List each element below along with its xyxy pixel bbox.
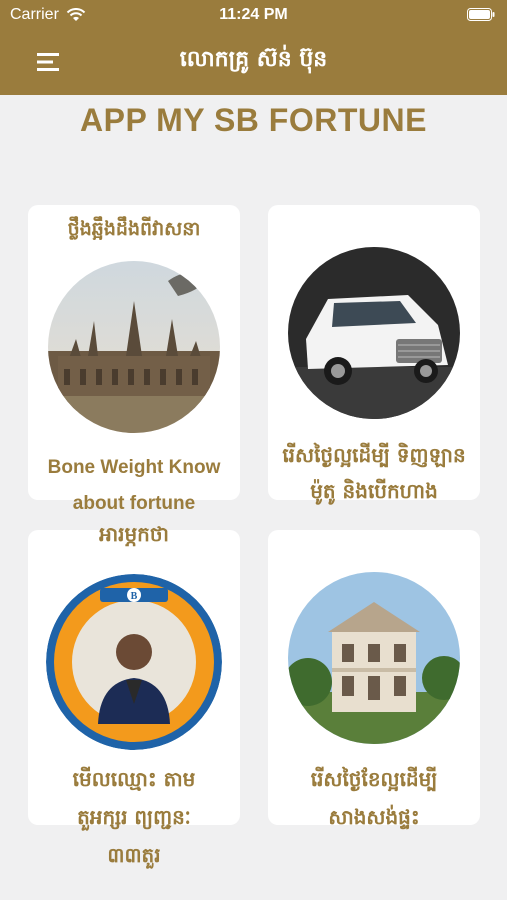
- app-title: APP MY SB FORTUNE: [80, 102, 427, 138]
- label-line-2: សាងសង់ផ្ទះ: [328, 805, 420, 829]
- battery-icon: [467, 8, 495, 21]
- status-bar: Carrier 11:24 PM: [0, 0, 507, 30]
- card-label: រើសថ្ងៃល្អដើម្បី ទិញឡាន ម៉ូតូ និងបើកហាង: [268, 437, 480, 509]
- card-sublabel-en: Bone Weight Know about fortune: [47, 457, 221, 514]
- angkor-wat-image: [48, 261, 220, 433]
- card-buy-vehicle[interactable]: រើសថ្ងៃល្អដើម្បី ទិញឡាន ម៉ូតូ និងបើកហាង: [268, 205, 480, 503]
- card-bone-weight[interactable]: ថ្លឹងឆ្អឹងដឹងពីវាសនា Bone Weight Know ab…: [28, 205, 240, 514]
- astrologer-logo-image: B: [46, 574, 222, 750]
- label-line-3: ៣៣តួរ: [107, 843, 161, 867]
- label-line-1: មើលឈ្មោះ តាម: [72, 767, 196, 791]
- card-introduction[interactable]: អារម្ភកថា B មើលឈ្មោះ តាម តួអក្សរ ព្យញ្ជន…: [28, 522, 240, 867]
- card-label: រើសថ្ងៃខែល្អដើម្បី សាងសង់ផ្ទះ: [268, 760, 480, 836]
- nav-header: Carrier 11:24 PM លោកគ្រូ ស៊ន់ ប៊ុន: [0, 0, 507, 95]
- svg-text:B: B: [131, 591, 138, 602]
- status-time: 11:24 PM: [219, 6, 288, 23]
- label-line-1: រើសថ្ងៃខែល្អដើម្បី: [310, 767, 438, 791]
- label-line-2: តួអក្សរ ព្យញ្ជនៈ: [77, 805, 191, 829]
- card-label-text: រើសថ្ងៃល្អដើម្បី ទិញឡាន ម៉ូតូ និងបើកហាង: [282, 443, 466, 503]
- header-title: លោកគ្រូ ស៊ន់ ប៊ុន: [179, 47, 328, 72]
- card-label: អារម្ភកថា: [99, 522, 169, 546]
- card-label: ថ្លឹងឆ្អឹងដឹងពីវាសនា: [67, 218, 201, 240]
- villa-house-image: [288, 572, 460, 744]
- white-suv-image: [288, 247, 460, 419]
- card-build-house[interactable]: រើសថ្ងៃខែល្អដើម្បី សាងសង់ផ្ទះ: [268, 530, 480, 829]
- card-label-2: មើលឈ្មោះ តាម តួអក្សរ ព្យញ្ជនៈ ៣៣តួរ: [28, 760, 240, 874]
